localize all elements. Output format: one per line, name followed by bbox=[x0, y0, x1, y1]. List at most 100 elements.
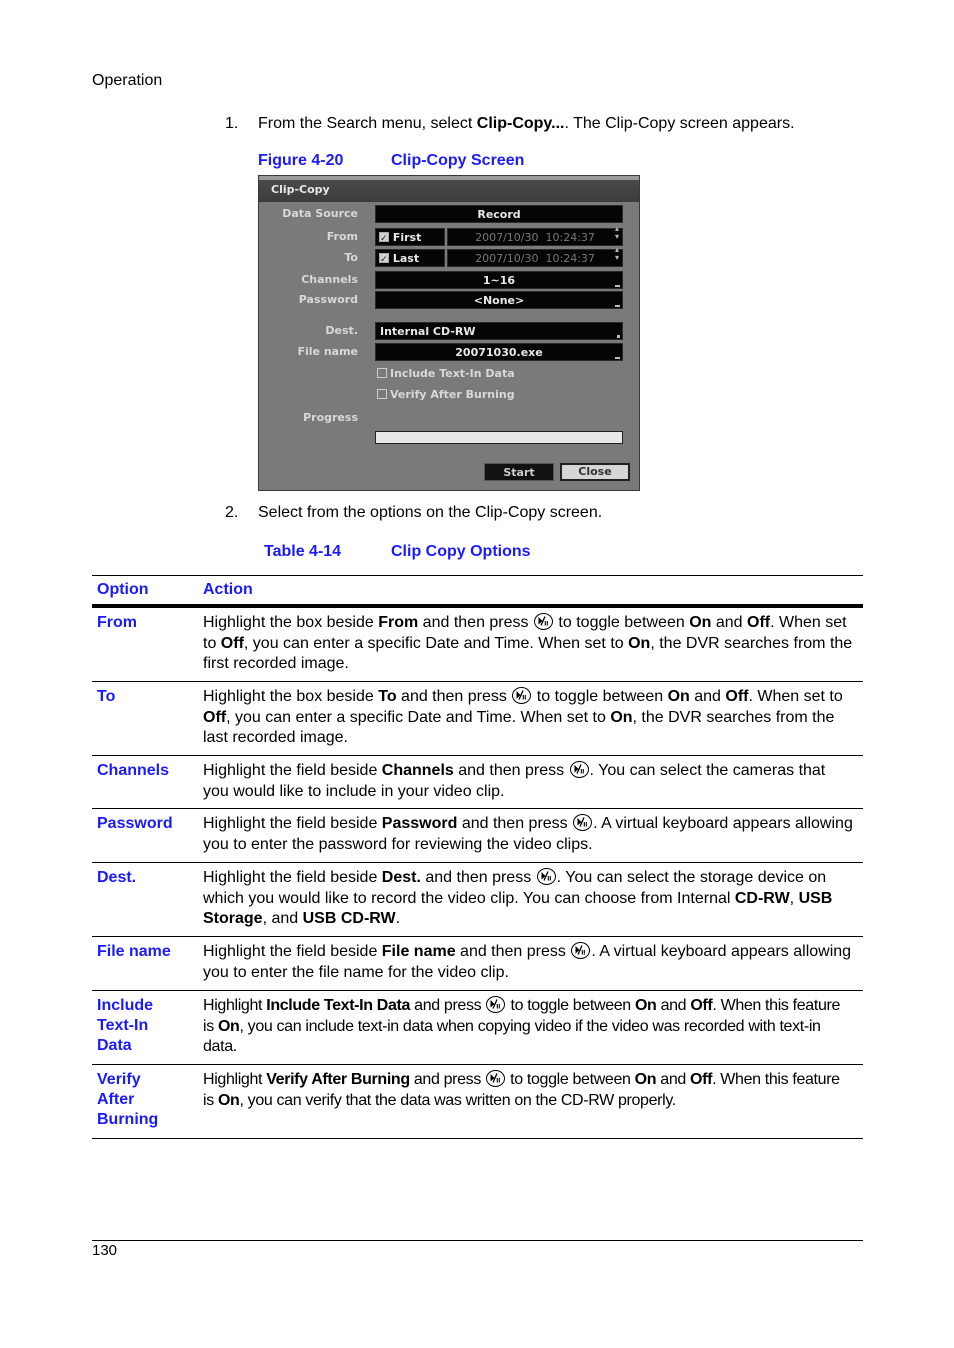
to-datetime-field[interactable]: 2007/10/30 10:24:37 ▴ ▾ bbox=[447, 246, 623, 267]
from-datetime-field[interactable]: 2007/10/30 10:24:37 ▴ ▾ bbox=[447, 225, 623, 246]
action-bold-term: Dest. bbox=[381, 869, 421, 886]
channels-value: 1~16 bbox=[482, 274, 516, 287]
table-row: To Highlight the box beside To and then … bbox=[92, 682, 863, 756]
play-pause-button-icon bbox=[536, 868, 556, 885]
section-header: Operation bbox=[92, 72, 163, 89]
from-first-toggle[interactable]: First bbox=[375, 228, 445, 248]
figure-label: Figure 4-20 bbox=[258, 152, 344, 169]
action-text: Highlight Include Text-In Data and press… bbox=[203, 996, 841, 1055]
option-name: Password bbox=[97, 815, 173, 832]
step-number: 2. bbox=[225, 504, 239, 521]
action-text: Highlight the field beside Dest. and the… bbox=[203, 868, 833, 927]
clip-copy-screen: Clip-Copy Data Source Record From First … bbox=[258, 175, 640, 491]
include-text-in-data-option[interactable]: Include Text-In Data bbox=[377, 367, 515, 380]
table-row: Dest. Highlight the field beside Dest. a… bbox=[92, 863, 863, 937]
step-text: Select from the options on the Clip-Copy… bbox=[258, 504, 603, 521]
play-pause-button-icon bbox=[486, 1070, 506, 1087]
action-bold-term: On bbox=[634, 1071, 657, 1088]
action-bold-term: On bbox=[217, 1091, 240, 1109]
action-text: Highlight the field beside Password and … bbox=[203, 814, 853, 853]
action-bold-term: Off bbox=[690, 1071, 713, 1088]
field-corner-icon bbox=[615, 305, 620, 307]
option-name: From bbox=[97, 614, 137, 631]
close-button[interactable]: Close bbox=[560, 463, 630, 481]
password-field[interactable]: <None> bbox=[375, 291, 623, 309]
action-bold-term: On bbox=[667, 688, 690, 705]
spin-arrows-icon[interactable]: ▴ ▾ bbox=[615, 225, 619, 241]
spin-arrows-icon[interactable]: ▴ ▾ bbox=[615, 246, 619, 262]
password-label: Password bbox=[298, 293, 358, 306]
field-corner-icon bbox=[615, 285, 620, 287]
play-pause-button-icon bbox=[569, 761, 589, 778]
play-pause-button-icon bbox=[573, 814, 593, 831]
option-name: Dest. bbox=[97, 869, 137, 886]
action-bold-term: On bbox=[628, 634, 651, 652]
action-bold-term: USB CD-RW bbox=[302, 910, 396, 927]
data-source-field[interactable]: Record bbox=[375, 205, 623, 223]
from-first-label: First bbox=[392, 231, 422, 244]
action-text: Highlight the box beside To and then pre… bbox=[203, 687, 843, 746]
play-pause-button-icon bbox=[486, 996, 506, 1013]
from-label: From bbox=[326, 230, 358, 243]
action-bold-term: Off bbox=[725, 688, 749, 705]
action-bold-term: Verify After Burning bbox=[266, 1071, 410, 1088]
from-first-checkbox[interactable] bbox=[379, 230, 389, 248]
play-pause-button-icon bbox=[512, 687, 532, 704]
to-last-checkbox[interactable] bbox=[379, 251, 389, 269]
to-last-label: Last bbox=[392, 252, 420, 265]
start-button[interactable]: Start bbox=[484, 463, 554, 481]
include-text-in-checkbox[interactable] bbox=[377, 368, 387, 378]
channels-field[interactable]: 1~16 bbox=[375, 271, 623, 289]
action-bold-term: Include Text-In Data bbox=[266, 997, 411, 1014]
footer-divider bbox=[92, 1240, 863, 1241]
action-bold-term: From bbox=[378, 614, 419, 631]
data-source-label: Data Source bbox=[282, 207, 358, 220]
action-bold-term: On bbox=[217, 1017, 240, 1035]
from-datetime: 2007/10/30 10:24:37 bbox=[475, 231, 595, 244]
table-row: Verify After Burning Highlight Verify Af… bbox=[92, 1065, 863, 1139]
verify-after-burning-label: Verify After Burning bbox=[390, 388, 515, 401]
channels-label: Channels bbox=[301, 273, 358, 286]
progress-label: Progress bbox=[303, 411, 358, 424]
action-bold-term: On bbox=[610, 708, 633, 726]
table-header: Option Action bbox=[92, 575, 863, 608]
option-name: Verify After Burning bbox=[97, 1071, 159, 1128]
to-label: To bbox=[344, 251, 358, 264]
action-bold-term: Channels bbox=[381, 762, 454, 779]
header-action: Action bbox=[203, 581, 253, 598]
action-bold-term: On bbox=[634, 997, 657, 1014]
field-corner-icon bbox=[615, 357, 620, 359]
progress-bar bbox=[375, 431, 623, 444]
step-text: From the Search menu, select Clip-Copy..… bbox=[258, 115, 795, 133]
table-row: Password Highlight the field beside Pass… bbox=[92, 809, 863, 863]
include-text-in-label: Include Text-In Data bbox=[390, 367, 515, 380]
action-bold-term: To bbox=[378, 688, 397, 705]
dest-label: Dest. bbox=[325, 324, 358, 337]
window-title: Clip-Copy bbox=[271, 183, 330, 196]
verify-after-burning-option[interactable]: Verify After Burning bbox=[377, 388, 515, 401]
action-bold-term: Off bbox=[220, 634, 244, 652]
table-label: Table 4-14 bbox=[264, 543, 342, 560]
action-bold-term: On bbox=[689, 614, 712, 631]
to-last-toggle[interactable]: Last bbox=[375, 249, 445, 269]
verify-after-burning-checkbox[interactable] bbox=[377, 389, 387, 399]
step-2: 2. Select from the options on the Clip-C… bbox=[225, 504, 865, 524]
file-name-label: File name bbox=[297, 345, 358, 358]
dest-value: Internal CD-RW bbox=[380, 325, 476, 338]
action-text: Highlight the field beside Channels and … bbox=[203, 761, 826, 800]
step-number: 1. bbox=[225, 115, 239, 132]
to-datetime: 2007/10/30 10:24:37 bbox=[475, 252, 595, 265]
play-pause-button-icon bbox=[571, 942, 591, 959]
action-bold-term: Off bbox=[747, 614, 771, 631]
option-name: File name bbox=[97, 943, 171, 960]
table-row: Include Text-In Data Highlight Include T… bbox=[92, 991, 863, 1065]
option-name: To bbox=[97, 688, 116, 705]
action-bold-term: Password bbox=[381, 815, 458, 832]
step-text-part: . The Clip-Copy screen appears. bbox=[564, 115, 795, 132]
dest-dropdown[interactable]: Internal CD-RW bbox=[375, 322, 623, 340]
clip-copy-options-table: Option Action From Highlight the box bes… bbox=[92, 575, 863, 1139]
action-bold-term: Off bbox=[690, 997, 713, 1014]
figure-title: Clip-Copy Screen bbox=[391, 152, 525, 169]
action-bold-term: Off bbox=[203, 708, 227, 726]
file-name-field[interactable]: 20071030.exe bbox=[375, 343, 623, 361]
